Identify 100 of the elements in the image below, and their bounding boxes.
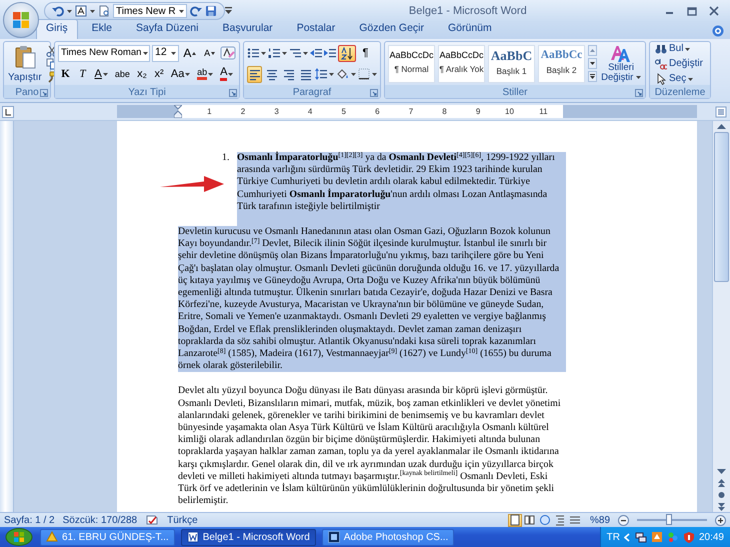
- print-view-icon: [508, 514, 521, 526]
- word-count[interactable]: Sözcük: 170/288: [62, 512, 138, 528]
- strikethrough-button[interactable]: abe: [112, 66, 132, 82]
- taskbar-item[interactable]: Belge1 - Microsoft Word: [180, 528, 316, 546]
- dialog-launcher-icon[interactable]: [370, 88, 378, 96]
- highlight-button[interactable]: ab: [194, 66, 216, 82]
- shield-icon[interactable]: [682, 531, 695, 543]
- align-left-button[interactable]: [247, 66, 262, 82]
- language-label[interactable]: Türkçe: [167, 512, 198, 528]
- caret-icon: [185, 72, 190, 76]
- caret-icon: [685, 48, 690, 50]
- font-size-field[interactable]: 12: [152, 44, 179, 62]
- style-tile[interactable]: AaBbC Başlık 1: [488, 44, 535, 82]
- ribbon-tab[interactable]: Gözden Geçir: [349, 19, 434, 39]
- bullet-list-icon[interactable]: [247, 47, 259, 59]
- grow-font-button[interactable]: A: [180, 44, 200, 62]
- ribbon-tab[interactable]: Ekle: [82, 19, 122, 39]
- down-triangle-icon: [211, 52, 216, 54]
- show-formatting-marks-button[interactable]: ¶: [358, 44, 373, 62]
- find-button[interactable]: Bul: [653, 43, 707, 55]
- replace-button[interactable]: Değiştir: [653, 58, 707, 70]
- style-tile[interactable]: AaBbCcDc ¶ Aralık Yok: [438, 44, 485, 82]
- underline-button[interactable]: A: [92, 66, 110, 82]
- change-styles-button[interactable]: Stilleri Değiştir: [600, 44, 642, 83]
- input-language[interactable]: TR: [606, 530, 620, 544]
- caret-icon[interactable]: [67, 10, 72, 12]
- chevron-icon[interactable]: [624, 532, 631, 542]
- multilevel-list-icon[interactable]: [289, 47, 301, 59]
- scroll-down-icon[interactable]: [716, 468, 727, 476]
- decrease-indent-icon[interactable]: [310, 47, 322, 59]
- caret-icon[interactable]: [261, 52, 266, 54]
- close-icon[interactable]: [708, 6, 720, 16]
- app-tray-icon[interactable]: [650, 531, 663, 543]
- zoom-level[interactable]: %89: [590, 512, 610, 528]
- ribbon-tab[interactable]: Giriş: [36, 19, 78, 39]
- view-button[interactable]: [538, 514, 552, 526]
- style-tile[interactable]: AaBbCcDc ¶ Normal: [388, 44, 435, 82]
- dialog-launcher-icon[interactable]: [40, 88, 48, 96]
- numbered-list-icon[interactable]: [268, 47, 280, 59]
- sort-button[interactable]: [338, 44, 356, 62]
- more-icon[interactable]: [588, 71, 597, 82]
- browse-object-icon[interactable]: [716, 490, 727, 500]
- start-button[interactable]: [4, 528, 34, 546]
- slider-thumb[interactable]: [666, 514, 672, 525]
- document-icon[interactable]: [98, 5, 110, 17]
- caret-icon[interactable]: [329, 72, 334, 76]
- caret-icon: [170, 52, 176, 54]
- clock[interactable]: 20:49: [698, 530, 724, 544]
- ribbon-tab[interactable]: Başvurular: [212, 19, 283, 39]
- scrollbar-thumb[interactable]: [714, 132, 729, 282]
- shading-icon[interactable]: [336, 68, 349, 80]
- page-count[interactable]: Sayfa: 1 / 2: [4, 512, 55, 528]
- style-tile[interactable]: AaBbCc Başlık 2: [538, 44, 585, 82]
- zoom-in-icon[interactable]: [715, 514, 726, 526]
- clear-formatting-icon[interactable]: [220, 46, 236, 60]
- scroll-down-icon[interactable]: [588, 58, 597, 69]
- maximize-icon[interactable]: [686, 6, 698, 16]
- font-name-field[interactable]: Times New Roman: [58, 44, 150, 62]
- view-button[interactable]: [508, 514, 522, 526]
- bold-button[interactable]: K: [58, 66, 73, 82]
- help-icon[interactable]: [712, 25, 724, 37]
- view-button[interactable]: [568, 514, 582, 526]
- redo-icon[interactable]: [190, 5, 202, 17]
- superscript-button[interactable]: x²: [152, 66, 167, 82]
- indent-marker-icon[interactable]: [174, 105, 182, 118]
- caret-icon[interactable]: [351, 72, 356, 76]
- caret-icon[interactable]: [372, 72, 377, 76]
- shrink-font-button[interactable]: A: [201, 44, 218, 62]
- group-label: Stiller: [502, 86, 528, 100]
- proofing-icon[interactable]: [145, 514, 160, 526]
- ruler-number: 7: [408, 108, 414, 116]
- ribbon-tab[interactable]: Postalar: [286, 19, 346, 39]
- dialog-launcher-icon[interactable]: [229, 88, 237, 96]
- caret-icon[interactable]: [90, 10, 95, 12]
- dialog-launcher-icon[interactable]: [635, 88, 643, 96]
- borders-icon[interactable]: [358, 68, 370, 80]
- increase-indent-icon[interactable]: [324, 47, 336, 59]
- network-icon[interactable]: [634, 531, 647, 543]
- select-button[interactable]: Seç: [653, 73, 707, 85]
- vertical-scrollbar[interactable]: [712, 121, 730, 512]
- customize-icon[interactable]: [224, 7, 232, 15]
- subscript-button[interactable]: x₂: [134, 66, 150, 82]
- text-box-icon[interactable]: [75, 5, 87, 17]
- tab-selector-icon[interactable]: [2, 106, 14, 118]
- undo-icon[interactable]: [52, 5, 64, 17]
- save-icon[interactable]: [204, 5, 217, 17]
- group-label: Paragraf: [292, 86, 332, 100]
- caret-icon[interactable]: [303, 52, 308, 54]
- ribbon-tab[interactable]: Görünüm: [438, 19, 502, 39]
- italic-button[interactable]: T: [75, 66, 90, 82]
- line-spacing-icon[interactable]: [315, 68, 327, 80]
- change-case-button[interactable]: Aa: [168, 66, 193, 82]
- previous-page-icon[interactable]: [716, 478, 727, 488]
- zoom-out-icon[interactable]: [618, 514, 629, 526]
- font-field[interactable]: Times New R: [113, 4, 187, 18]
- view-button[interactable]: [522, 514, 537, 526]
- font-color-button[interactable]: A: [218, 66, 236, 82]
- view-ruler-icon[interactable]: [715, 106, 727, 118]
- ribbon-tab[interactable]: Sayfa Düzeni: [126, 19, 208, 39]
- caret-icon[interactable]: [282, 52, 287, 54]
